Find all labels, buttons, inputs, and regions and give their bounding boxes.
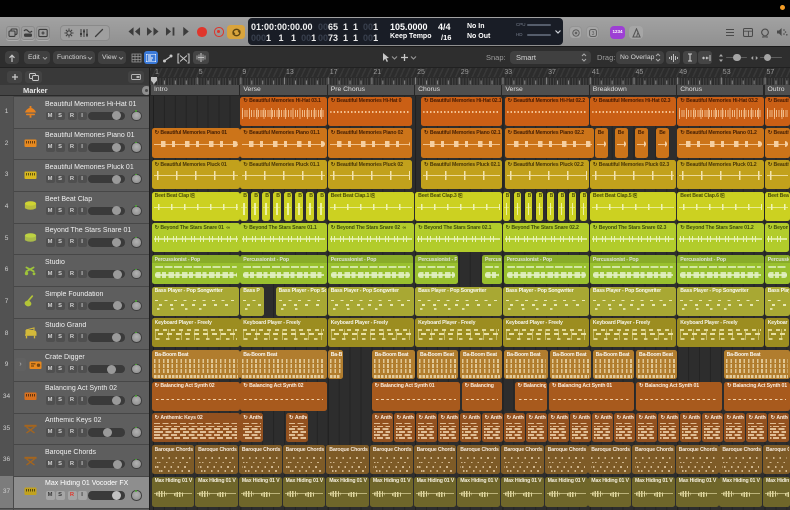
svg-text:3: 3: [591, 31, 594, 37]
